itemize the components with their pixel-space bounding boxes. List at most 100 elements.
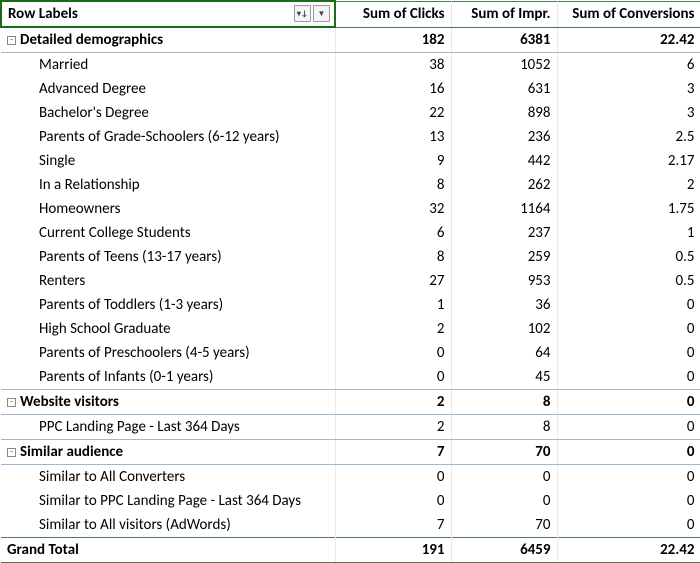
header-impr[interactable]: Sum of Impr.: [451, 1, 557, 27]
row-conv[interactable]: 1: [557, 221, 700, 245]
row-clicks[interactable]: 0: [335, 341, 451, 365]
table-row: Similar to All Converters000: [1, 465, 700, 490]
row-impr[interactable]: 0: [451, 489, 557, 513]
row-conv[interactable]: 0.5: [557, 245, 700, 269]
row-clicks[interactable]: 0: [335, 365, 451, 390]
row-impr[interactable]: 8: [451, 415, 557, 440]
row-conv[interactable]: 6: [557, 53, 700, 78]
row-impr[interactable]: 442: [451, 149, 557, 173]
row-label[interactable]: Similar to All Converters: [1, 465, 335, 490]
group-conv[interactable]: 0: [557, 390, 700, 415]
grand-total-label[interactable]: Grand Total: [1, 538, 335, 563]
group-impr[interactable]: 6381: [451, 27, 557, 53]
row-label[interactable]: Parents of Preschoolers (4-5 years): [1, 341, 335, 365]
row-clicks[interactable]: 8: [335, 245, 451, 269]
row-impr[interactable]: 1164: [451, 197, 557, 221]
row-label[interactable]: Advanced Degree: [1, 77, 335, 101]
group-clicks[interactable]: 182: [335, 27, 451, 53]
collapse-icon[interactable]: −: [7, 448, 16, 457]
row-clicks[interactable]: 8: [335, 173, 451, 197]
grand-total-impr[interactable]: 6459: [451, 538, 557, 563]
group-label-cell[interactable]: −Detailed demographics: [1, 27, 335, 53]
row-conv[interactable]: 0: [557, 415, 700, 440]
row-clicks[interactable]: 27: [335, 269, 451, 293]
row-label[interactable]: PPC Landing Page - Last 364 Days: [1, 415, 335, 440]
row-conv[interactable]: 0: [557, 489, 700, 513]
group-impr[interactable]: 70: [451, 440, 557, 465]
row-impr[interactable]: 237: [451, 221, 557, 245]
row-conv[interactable]: 2.5: [557, 125, 700, 149]
row-clicks[interactable]: 0: [335, 465, 451, 490]
grand-total-clicks[interactable]: 191: [335, 538, 451, 563]
row-label[interactable]: Single: [1, 149, 335, 173]
row-impr[interactable]: 0: [451, 465, 557, 490]
row-label[interactable]: Similar to All visitors (AdWords): [1, 513, 335, 538]
row-conv[interactable]: 0: [557, 341, 700, 365]
row-clicks[interactable]: 38: [335, 53, 451, 78]
group-conv[interactable]: 22.42: [557, 27, 700, 53]
row-label[interactable]: Parents of Infants (0-1 years): [1, 365, 335, 390]
row-clicks[interactable]: 16: [335, 77, 451, 101]
grand-total-conv[interactable]: 22.42: [557, 538, 700, 563]
row-conv[interactable]: 1.75: [557, 197, 700, 221]
row-label[interactable]: Married: [1, 53, 335, 78]
row-impr[interactable]: 70: [451, 513, 557, 538]
row-conv[interactable]: 0: [557, 465, 700, 490]
row-clicks[interactable]: 7: [335, 513, 451, 538]
row-conv[interactable]: 0: [557, 317, 700, 341]
row-label[interactable]: Bachelor's Degree: [1, 101, 335, 125]
row-conv[interactable]: 2.17: [557, 149, 700, 173]
row-clicks[interactable]: 13: [335, 125, 451, 149]
table-row: Single94422.17: [1, 149, 700, 173]
header-clicks[interactable]: Sum of Clicks: [335, 1, 451, 27]
row-impr[interactable]: 45: [451, 365, 557, 390]
group-label-cell[interactable]: −Website visitors: [1, 390, 335, 415]
row-conv[interactable]: 3: [557, 101, 700, 125]
row-label[interactable]: Parents of Toddlers (1-3 years): [1, 293, 335, 317]
row-impr[interactable]: 36: [451, 293, 557, 317]
group-label-cell[interactable]: −Similar audience: [1, 440, 335, 465]
row-clicks[interactable]: 22: [335, 101, 451, 125]
row-conv[interactable]: 0: [557, 365, 700, 390]
filter-dropdown-icon[interactable]: ▼: [313, 5, 330, 22]
row-impr[interactable]: 1052: [451, 53, 557, 78]
row-label[interactable]: Parents of Grade-Schoolers (6-12 years): [1, 125, 335, 149]
row-conv[interactable]: 0: [557, 293, 700, 317]
row-clicks[interactable]: 9: [335, 149, 451, 173]
collapse-icon[interactable]: −: [7, 398, 16, 407]
row-impr[interactable]: 631: [451, 77, 557, 101]
row-label[interactable]: Current College Students: [1, 221, 335, 245]
row-clicks[interactable]: 0: [335, 489, 451, 513]
group-conv[interactable]: 0: [557, 440, 700, 465]
row-label[interactable]: Similar to PPC Landing Page - Last 364 D…: [1, 489, 335, 513]
row-clicks[interactable]: 2: [335, 317, 451, 341]
row-impr[interactable]: 236: [451, 125, 557, 149]
row-label[interactable]: Homeowners: [1, 197, 335, 221]
row-label[interactable]: Parents of Teens (13-17 years): [1, 245, 335, 269]
row-clicks[interactable]: 6: [335, 221, 451, 245]
header-row-labels[interactable]: Row Labels ▾↓ ▼: [1, 1, 335, 27]
collapse-icon[interactable]: −: [7, 36, 16, 45]
sort-icon[interactable]: ▾↓: [294, 5, 311, 22]
row-impr[interactable]: 898: [451, 101, 557, 125]
pivot-table: Row Labels ▾↓ ▼ Sum of Clicks Sum of Imp…: [0, 0, 700, 563]
row-label[interactable]: In a Relationship: [1, 173, 335, 197]
row-clicks[interactable]: 1: [335, 293, 451, 317]
group-clicks[interactable]: 7: [335, 440, 451, 465]
row-conv[interactable]: 3: [557, 77, 700, 101]
header-conv[interactable]: Sum of Conversions: [557, 1, 700, 27]
row-clicks[interactable]: 2: [335, 415, 451, 440]
row-label[interactable]: Renters: [1, 269, 335, 293]
row-impr[interactable]: 64: [451, 341, 557, 365]
row-conv[interactable]: 2: [557, 173, 700, 197]
group-impr[interactable]: 8: [451, 390, 557, 415]
row-impr[interactable]: 953: [451, 269, 557, 293]
row-conv[interactable]: 0.5: [557, 269, 700, 293]
row-label[interactable]: High School Graduate: [1, 317, 335, 341]
row-clicks[interactable]: 32: [335, 197, 451, 221]
group-clicks[interactable]: 2: [335, 390, 451, 415]
row-impr[interactable]: 259: [451, 245, 557, 269]
row-impr[interactable]: 102: [451, 317, 557, 341]
row-impr[interactable]: 262: [451, 173, 557, 197]
row-conv[interactable]: 0: [557, 513, 700, 538]
